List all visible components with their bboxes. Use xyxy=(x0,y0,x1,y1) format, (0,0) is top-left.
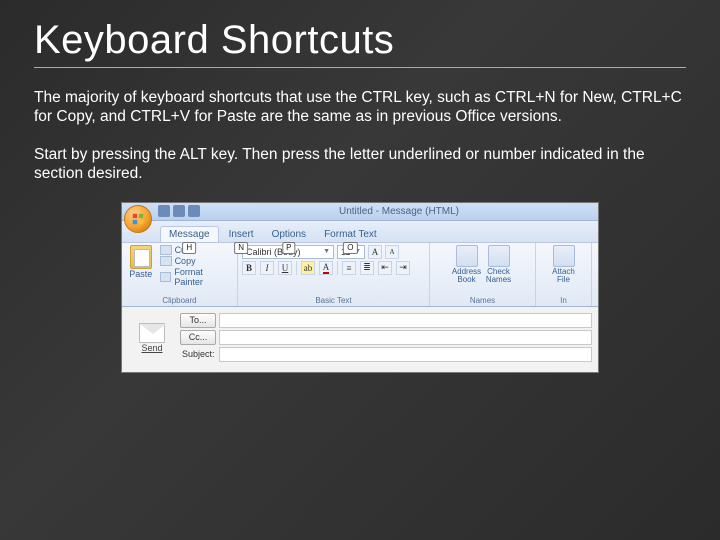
tab-format-text[interactable]: Format Text O xyxy=(316,227,385,242)
qat-redo-icon[interactable] xyxy=(188,205,200,217)
group-clipboard: Paste Cut Copy Format Painter Clipboard xyxy=(122,243,238,306)
title-divider xyxy=(34,67,686,68)
keytip-insert: N xyxy=(234,242,248,254)
paste-label: Paste xyxy=(126,269,156,279)
qat-undo-icon[interactable] xyxy=(173,205,185,217)
slide-title: Keyboard Shortcuts xyxy=(34,18,686,63)
send-label: Send xyxy=(141,343,162,353)
group-basic-text: Calibri (Body)▼ 11▼ A A B I U ab A ≡ xyxy=(238,243,430,306)
copy-icon xyxy=(160,256,172,266)
brush-icon xyxy=(160,272,172,282)
format-painter-button[interactable]: Format Painter xyxy=(160,267,233,287)
copy-label: Copy xyxy=(175,256,196,266)
attach-file-label: Attach File xyxy=(552,267,575,284)
group-label-clipboard: Clipboard xyxy=(126,296,233,306)
qat-save-icon[interactable] xyxy=(158,205,170,217)
address-book-label: Address Book xyxy=(452,267,481,284)
underline-button[interactable]: U xyxy=(278,261,292,275)
send-button[interactable]: Send xyxy=(128,323,176,353)
copy-button[interactable]: Copy xyxy=(160,256,233,266)
highlight-button[interactable]: ab xyxy=(301,261,315,275)
format-painter-label: Format Painter xyxy=(174,267,233,287)
group-label-include: In xyxy=(540,296,587,306)
screenshot-office-ribbon: Untitled - Message (HTML) Message H Inse… xyxy=(121,202,599,373)
window-titlebar: Untitled - Message (HTML) xyxy=(122,203,598,221)
paste-icon xyxy=(130,245,152,269)
paperclip-icon xyxy=(553,245,575,267)
subject-field[interactable] xyxy=(219,347,592,362)
subject-label: Subject: xyxy=(180,349,216,359)
decrease-indent-button[interactable]: ⇤ xyxy=(378,261,392,275)
paragraph-2: Start by pressing the ALT key. Then pres… xyxy=(34,145,686,184)
font-color-button[interactable]: A xyxy=(319,261,333,275)
tab-message[interactable]: Message H xyxy=(160,226,219,242)
window-title: Untitled - Message (HTML) xyxy=(200,206,598,217)
scissors-icon xyxy=(160,245,172,255)
cc-button[interactable]: Cc... xyxy=(180,330,216,345)
check-names-button[interactable]: Check Names xyxy=(484,245,514,284)
check-names-label: Check Names xyxy=(486,267,511,284)
cc-field[interactable] xyxy=(219,330,592,345)
keytip-message: H xyxy=(182,242,196,254)
separator xyxy=(296,261,297,275)
tab-label: Format Text xyxy=(324,229,377,240)
cut-button[interactable]: Cut xyxy=(160,245,233,255)
tab-insert[interactable]: Insert N xyxy=(221,227,262,242)
address-book-button[interactable]: Address Book xyxy=(452,245,482,284)
office-button[interactable] xyxy=(124,205,152,233)
tab-label: Options xyxy=(272,229,306,240)
bullets-button[interactable]: ≡ xyxy=(342,261,356,275)
shrink-font-button[interactable]: A xyxy=(385,245,399,259)
tab-options[interactable]: Options P xyxy=(264,227,314,242)
grow-font-button[interactable]: A xyxy=(368,245,382,259)
compose-pane: Send To... Cc... Subject: xyxy=(122,307,598,372)
increase-indent-button[interactable]: ⇥ xyxy=(396,261,410,275)
group-label-basic-text: Basic Text xyxy=(242,296,425,306)
paste-button[interactable]: Paste xyxy=(126,245,156,287)
keytip-options: P xyxy=(282,242,295,254)
ribbon-tabs: Message H Insert N Options P Format Text… xyxy=(122,221,598,243)
chevron-down-icon: ▼ xyxy=(323,248,330,255)
to-field[interactable] xyxy=(219,313,592,328)
to-button[interactable]: To... xyxy=(180,313,216,328)
group-names: Address Book Check Names Names xyxy=(430,243,536,306)
tab-label: Message xyxy=(169,229,210,240)
paragraph-1: The majority of keyboard shortcuts that … xyxy=(34,88,686,127)
bold-button[interactable]: B xyxy=(242,261,256,275)
group-include: Attach File In xyxy=(536,243,592,306)
attach-file-button[interactable]: Attach File xyxy=(549,245,579,284)
address-book-icon xyxy=(456,245,478,267)
separator xyxy=(337,261,338,275)
numbering-button[interactable]: ≣ xyxy=(360,261,374,275)
italic-button[interactable]: I xyxy=(260,261,274,275)
check-names-icon xyxy=(488,245,510,267)
envelope-icon xyxy=(139,323,165,343)
group-label-names: Names xyxy=(434,296,531,306)
tab-label: Insert xyxy=(229,229,254,240)
keytip-format: O xyxy=(343,242,357,254)
quick-access-toolbar xyxy=(158,205,200,217)
